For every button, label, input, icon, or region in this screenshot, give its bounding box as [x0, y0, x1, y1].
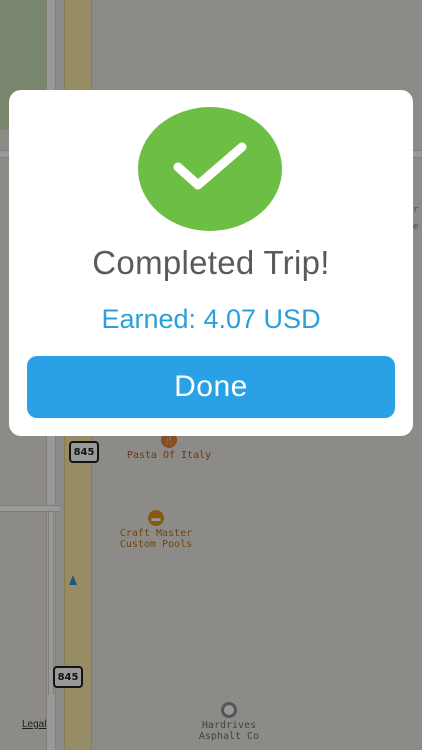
done-button[interactable]: Done [27, 356, 395, 418]
earned-amount: Earned: 4.07 USD [101, 304, 321, 334]
dialog-title: Completed Trip! [92, 244, 330, 281]
trip-complete-dialog: Completed Trip! Earned: 4.07 USD Done [9, 90, 413, 436]
success-badge [138, 107, 282, 231]
app-screen: 845 845 🍴 Pasta Of Italy ▬ Craft Master … [0, 0, 422, 750]
checkmark-icon [173, 142, 247, 190]
